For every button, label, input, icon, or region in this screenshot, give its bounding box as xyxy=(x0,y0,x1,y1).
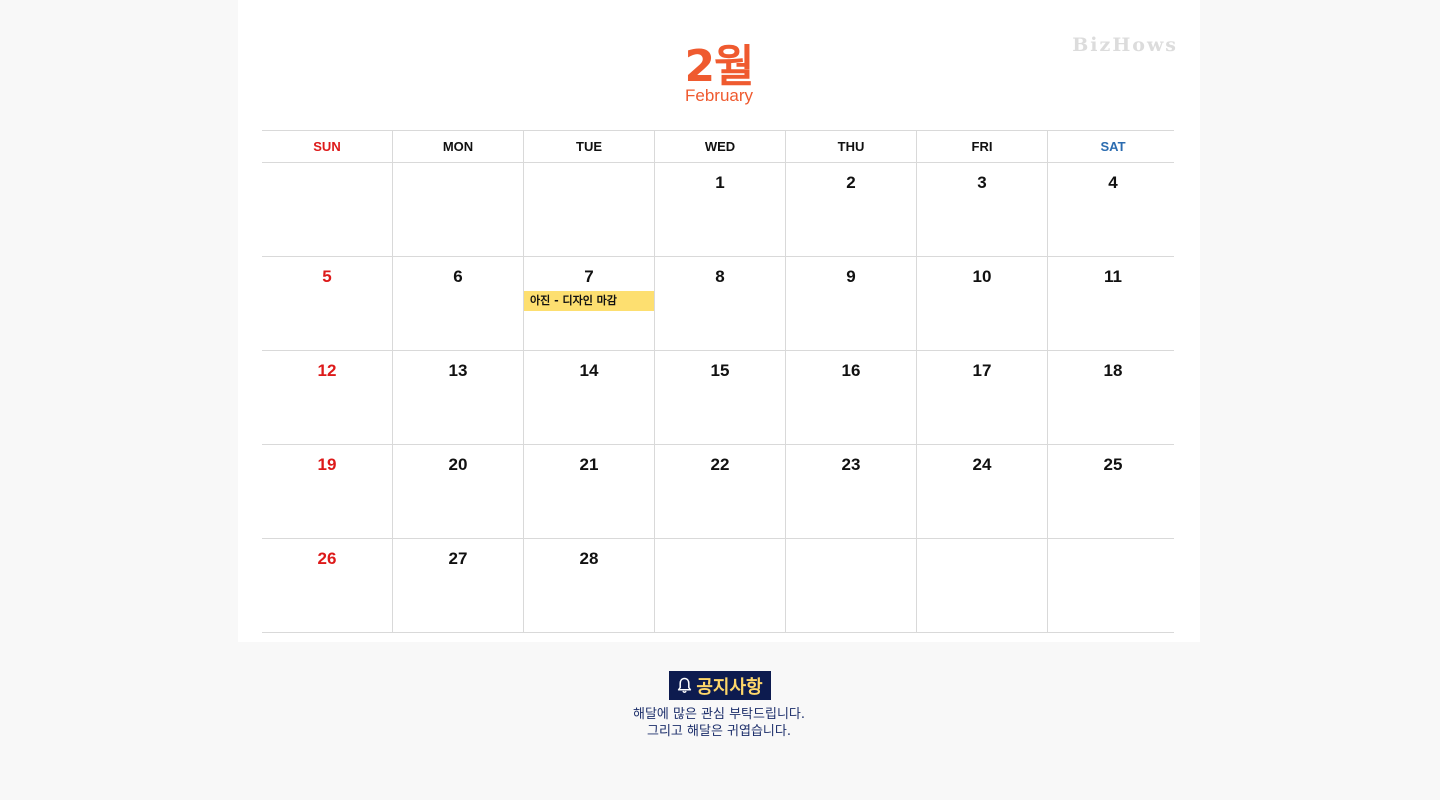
day-number: 18 xyxy=(1103,361,1123,380)
day-cell[interactable]: 28 xyxy=(523,539,654,632)
day-number: 2 xyxy=(846,173,856,192)
day-cell[interactable]: 15 xyxy=(654,351,785,444)
day-number: 12 xyxy=(317,361,337,380)
weekday-tue: TUE xyxy=(523,131,654,162)
notice-section: 공지사항 해달에 많은 관심 부탁드립니다. 그리고 해달은 귀엽습니다. xyxy=(238,642,1200,800)
day-cell[interactable]: 2 xyxy=(785,163,916,256)
day-cell[interactable]: 19 xyxy=(262,445,392,538)
weekday-sun: SUN xyxy=(313,139,341,154)
day-cell[interactable] xyxy=(916,539,1047,632)
day-number: 4 xyxy=(1108,173,1118,192)
weekday-header-row: SUN MON TUE WED THU FRI SAT xyxy=(262,131,1174,163)
week-row-1: 1 2 3 4 xyxy=(262,163,1174,257)
week-row-2: 5 6 7 아진 - 디자인 마감 8 9 10 11 xyxy=(262,257,1174,351)
day-cell[interactable]: 14 xyxy=(523,351,654,444)
day-cell[interactable]: 22 xyxy=(654,445,785,538)
day-number: 22 xyxy=(710,455,730,474)
day-number: 20 xyxy=(448,455,468,474)
day-number: 28 xyxy=(579,549,599,568)
month-number-title: 2월 xyxy=(684,41,754,92)
week-row-4: 19 20 21 22 23 24 25 xyxy=(262,445,1174,539)
day-number: 6 xyxy=(453,267,463,286)
day-number: 26 xyxy=(317,549,337,568)
day-cell[interactable]: 10 xyxy=(916,257,1047,350)
day-number: 15 xyxy=(710,361,730,380)
day-number: 8 xyxy=(715,267,725,286)
day-cell[interactable]: 9 xyxy=(785,257,916,350)
day-cell[interactable] xyxy=(262,163,392,256)
day-cell[interactable]: 17 xyxy=(916,351,1047,444)
day-cell[interactable] xyxy=(1047,539,1178,632)
weekday-wed: WED xyxy=(654,131,785,162)
day-number: 27 xyxy=(448,549,468,568)
day-number: 16 xyxy=(841,361,861,380)
day-cell[interactable]: 26 xyxy=(262,539,392,632)
day-number: 25 xyxy=(1103,455,1123,474)
month-english-title: February xyxy=(684,86,754,105)
week-row-3: 12 13 14 15 16 17 18 xyxy=(262,351,1174,445)
calendar-card: BizHows 2월 February SUN MON TUE WED THU … xyxy=(238,0,1200,642)
day-cell[interactable] xyxy=(523,163,654,256)
day-cell[interactable] xyxy=(785,539,916,632)
notice-title-badge: 공지사항 xyxy=(669,671,771,700)
notice-title-text: 공지사항 xyxy=(696,676,763,698)
day-number: 7 xyxy=(584,267,594,286)
day-number: 14 xyxy=(579,361,599,380)
week-row-5: 26 27 28 xyxy=(262,539,1174,633)
day-cell[interactable]: 23 xyxy=(785,445,916,538)
day-cell[interactable]: 8 xyxy=(654,257,785,350)
bell-icon xyxy=(677,677,692,694)
day-number: 19 xyxy=(317,455,337,474)
day-cell[interactable] xyxy=(392,163,523,256)
notice-body: 해달에 많은 관심 부탁드립니다. 그리고 해달은 귀엽습니다. xyxy=(238,706,1200,740)
weekday-thu: THU xyxy=(785,131,916,162)
day-cell[interactable]: 25 xyxy=(1047,445,1178,538)
day-number: 9 xyxy=(846,267,856,286)
day-number: 3 xyxy=(977,173,987,192)
day-number: 23 xyxy=(841,455,861,474)
day-cell[interactable]: 7 아진 - 디자인 마감 xyxy=(523,257,654,350)
notice-line: 해달에 많은 관심 부탁드립니다. xyxy=(632,707,805,722)
day-cell[interactable]: 5 xyxy=(262,257,392,350)
notice-line: 그리고 해달은 귀엽습니다. xyxy=(647,724,791,739)
day-number: 21 xyxy=(579,455,599,474)
day-cell[interactable]: 20 xyxy=(392,445,523,538)
day-number: 10 xyxy=(972,267,992,286)
day-cell[interactable]: 3 xyxy=(916,163,1047,256)
day-number: 13 xyxy=(448,361,468,380)
event-design-deadline[interactable]: 아진 - 디자인 마감 xyxy=(524,291,654,311)
day-cell[interactable]: 6 xyxy=(392,257,523,350)
day-number: 1 xyxy=(715,173,725,192)
day-cell[interactable]: 1 xyxy=(654,163,785,256)
day-cell[interactable]: 18 xyxy=(1047,351,1178,444)
day-number: 5 xyxy=(322,267,332,286)
day-cell[interactable]: 24 xyxy=(916,445,1047,538)
day-cell[interactable]: 27 xyxy=(392,539,523,632)
day-cell[interactable]: 12 xyxy=(262,351,392,444)
weekday-fri: FRI xyxy=(916,131,1047,162)
day-cell[interactable]: 13 xyxy=(392,351,523,444)
weekday-sat: SAT xyxy=(1047,131,1178,162)
day-cell[interactable]: 16 xyxy=(785,351,916,444)
day-cell[interactable] xyxy=(654,539,785,632)
weekday-mon: MON xyxy=(392,131,523,162)
day-cell[interactable]: 4 xyxy=(1047,163,1178,256)
day-number: 17 xyxy=(972,361,992,380)
day-cell[interactable]: 11 xyxy=(1047,257,1178,350)
day-number: 11 xyxy=(1104,267,1122,286)
calendar-grid: SUN MON TUE WED THU FRI SAT 1 2 3 4 5 6 … xyxy=(262,130,1174,633)
day-cell[interactable]: 21 xyxy=(523,445,654,538)
day-number: 24 xyxy=(972,455,992,474)
